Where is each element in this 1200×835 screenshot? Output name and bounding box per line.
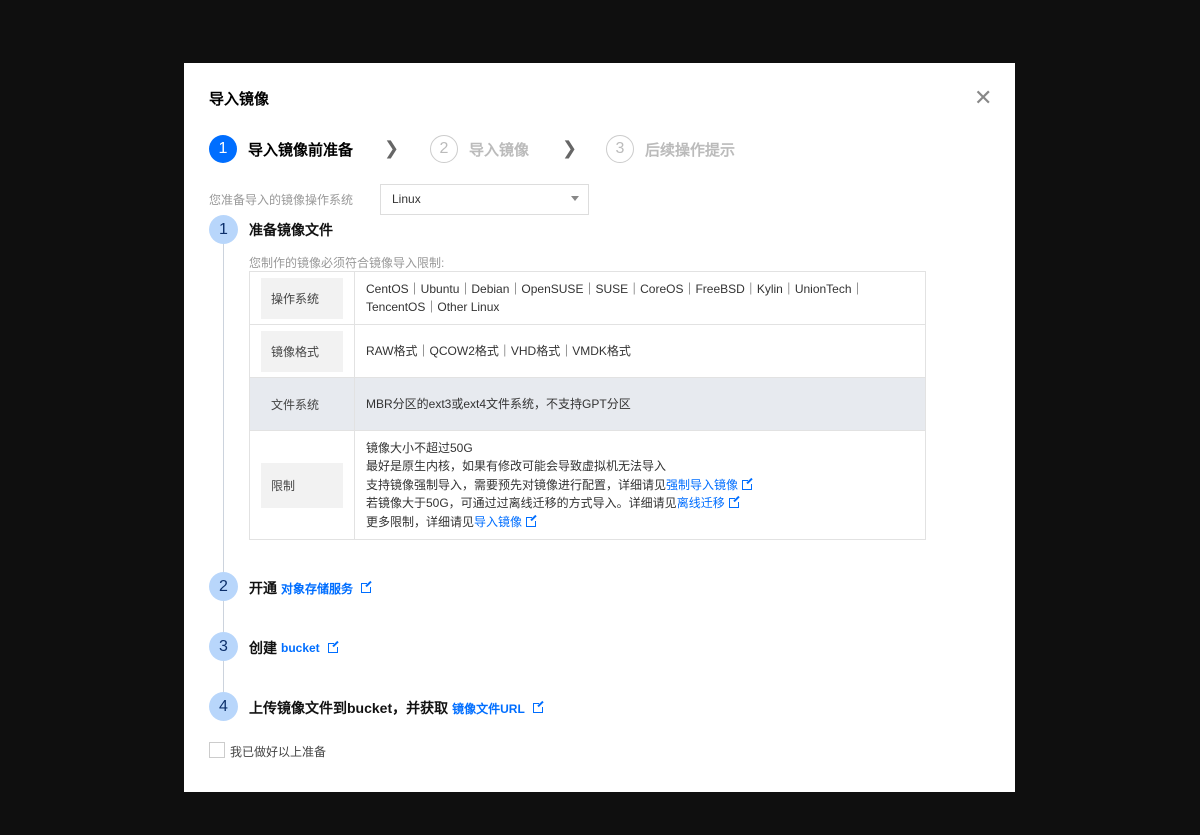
requirements-desc: 您制作的镜像必须符合镜像导入限制:: [249, 256, 445, 270]
step-2: 2 导入镜像: [430, 135, 529, 163]
step-label: 后续操作提示: [645, 141, 736, 159]
chevron-right-icon: ❯: [562, 138, 578, 158]
external-link-icon: [361, 581, 374, 593]
row-value: 最好是原生内核，如果有修改可能会导致虚拟机无法导入: [366, 459, 667, 474]
requirements-table: 操作系统 CentOS｜Ubuntu｜Debian｜OpenSUSE｜SUSE｜…: [249, 271, 926, 540]
dialog-title: 导入镜像: [209, 91, 270, 108]
os-select[interactable]: Linux: [380, 184, 589, 215]
os-label: 您准备导入的镜像操作系统: [209, 193, 354, 207]
step-label: 导入镜像前准备: [248, 141, 354, 159]
row-value: RAW格式｜QCOW2格式｜VHD格式｜VMDK格式: [366, 343, 631, 358]
row-value: 更多限制，详细请见导入镜像: [366, 513, 914, 532]
step-1: 1 导入镜像前准备: [209, 135, 353, 163]
row-key: 操作系统: [261, 277, 343, 319]
substep-number: 1: [209, 215, 238, 244]
image-url-link[interactable]: 镜像文件URL: [452, 700, 525, 717]
os-select-value: Linux: [392, 192, 421, 206]
row-value: 支持镜像强制导入，需要预先对镜像进行配置，详细请见强制导入镜像: [366, 476, 914, 495]
step-number: 3: [606, 135, 634, 163]
force-import-link[interactable]: 强制导入镜像: [666, 478, 738, 492]
external-link-icon: [526, 514, 539, 527]
row-value: MBR分区的ext3或ext4文件系统，不支持GPT分区: [366, 396, 631, 411]
row-value: 镜像大小不超过50G: [366, 440, 473, 455]
substep-number: 2: [209, 572, 238, 601]
cos-service-link[interactable]: 对象存储服务: [281, 580, 353, 597]
row-text: 更多限制，详细请见: [366, 514, 475, 529]
ready-checkbox-label[interactable]: 我已做好以上准备: [230, 743, 326, 760]
timeline-line: [223, 243, 224, 693]
step-label: 导入镜像: [469, 141, 530, 159]
substep-title-text: 创建: [249, 640, 277, 656]
substep-number: 4: [209, 692, 238, 721]
external-link-icon: [532, 701, 545, 713]
external-link-icon: [742, 477, 755, 490]
table-row: 限制 镜像大小不超过50G 最好是原生内核，如果有修改可能会导致虚拟机无法导入 …: [249, 430, 926, 540]
substep-title: 准备镜像文件: [249, 220, 333, 240]
row-value: CentOS｜Ubuntu｜Debian｜OpenSUSE｜SUSE｜CoreO…: [366, 281, 864, 296]
table-row: 操作系统 CentOS｜Ubuntu｜Debian｜OpenSUSE｜SUSE｜…: [249, 271, 926, 325]
bucket-link[interactable]: bucket: [281, 641, 320, 655]
row-key: 限制: [261, 462, 343, 508]
chevron-right-icon: ❯: [384, 138, 400, 158]
substep-title: 开通 对象存储服务: [249, 578, 374, 598]
row-key: 文件系统: [261, 383, 343, 425]
substep-title: 创建 bucket: [249, 638, 340, 658]
step-3: 3 后续操作提示: [606, 135, 735, 163]
substep-title-text: 准备镜像文件: [249, 222, 333, 238]
close-icon[interactable]: ✕: [974, 87, 992, 109]
substep-title-text: 开通: [249, 580, 277, 596]
caret-down-icon: [571, 196, 579, 201]
table-row: 文件系统 MBR分区的ext3或ext4文件系统，不支持GPT分区: [249, 377, 926, 431]
step-number: 2: [430, 135, 458, 163]
substep-number: 3: [209, 632, 238, 661]
row-key: 镜像格式: [261, 330, 343, 372]
import-image-dialog: 导入镜像 ✕ 1 导入镜像前准备 ❯ 2 导入镜像 ❯ 3 后续操作提示 您准备…: [184, 63, 1015, 792]
external-link-icon: [728, 496, 741, 509]
step-number: 1: [209, 135, 237, 163]
substep-title-text: 上传镜像文件到bucket，并获取: [249, 700, 449, 716]
import-image-link[interactable]: 导入镜像: [474, 515, 522, 529]
row-text: 若镜像大于50G，可通过过离线迁移的方式导入。详细请见: [366, 496, 677, 511]
row-value: 若镜像大于50G，可通过过离线迁移的方式导入。详细请见离线迁移: [366, 494, 914, 513]
external-link-icon: [327, 641, 340, 653]
table-row: 镜像格式 RAW格式｜QCOW2格式｜VHD格式｜VMDK格式: [249, 324, 926, 378]
substep-title: 上传镜像文件到bucket，并获取 镜像文件URL: [249, 698, 545, 718]
row-value: TencentOS｜Other Linux: [366, 300, 500, 314]
row-text: 支持镜像强制导入，需要预先对镜像进行配置，详细请见: [366, 477, 667, 492]
offline-migration-link[interactable]: 离线迁移: [677, 496, 725, 510]
ready-checkbox[interactable]: [209, 742, 225, 758]
